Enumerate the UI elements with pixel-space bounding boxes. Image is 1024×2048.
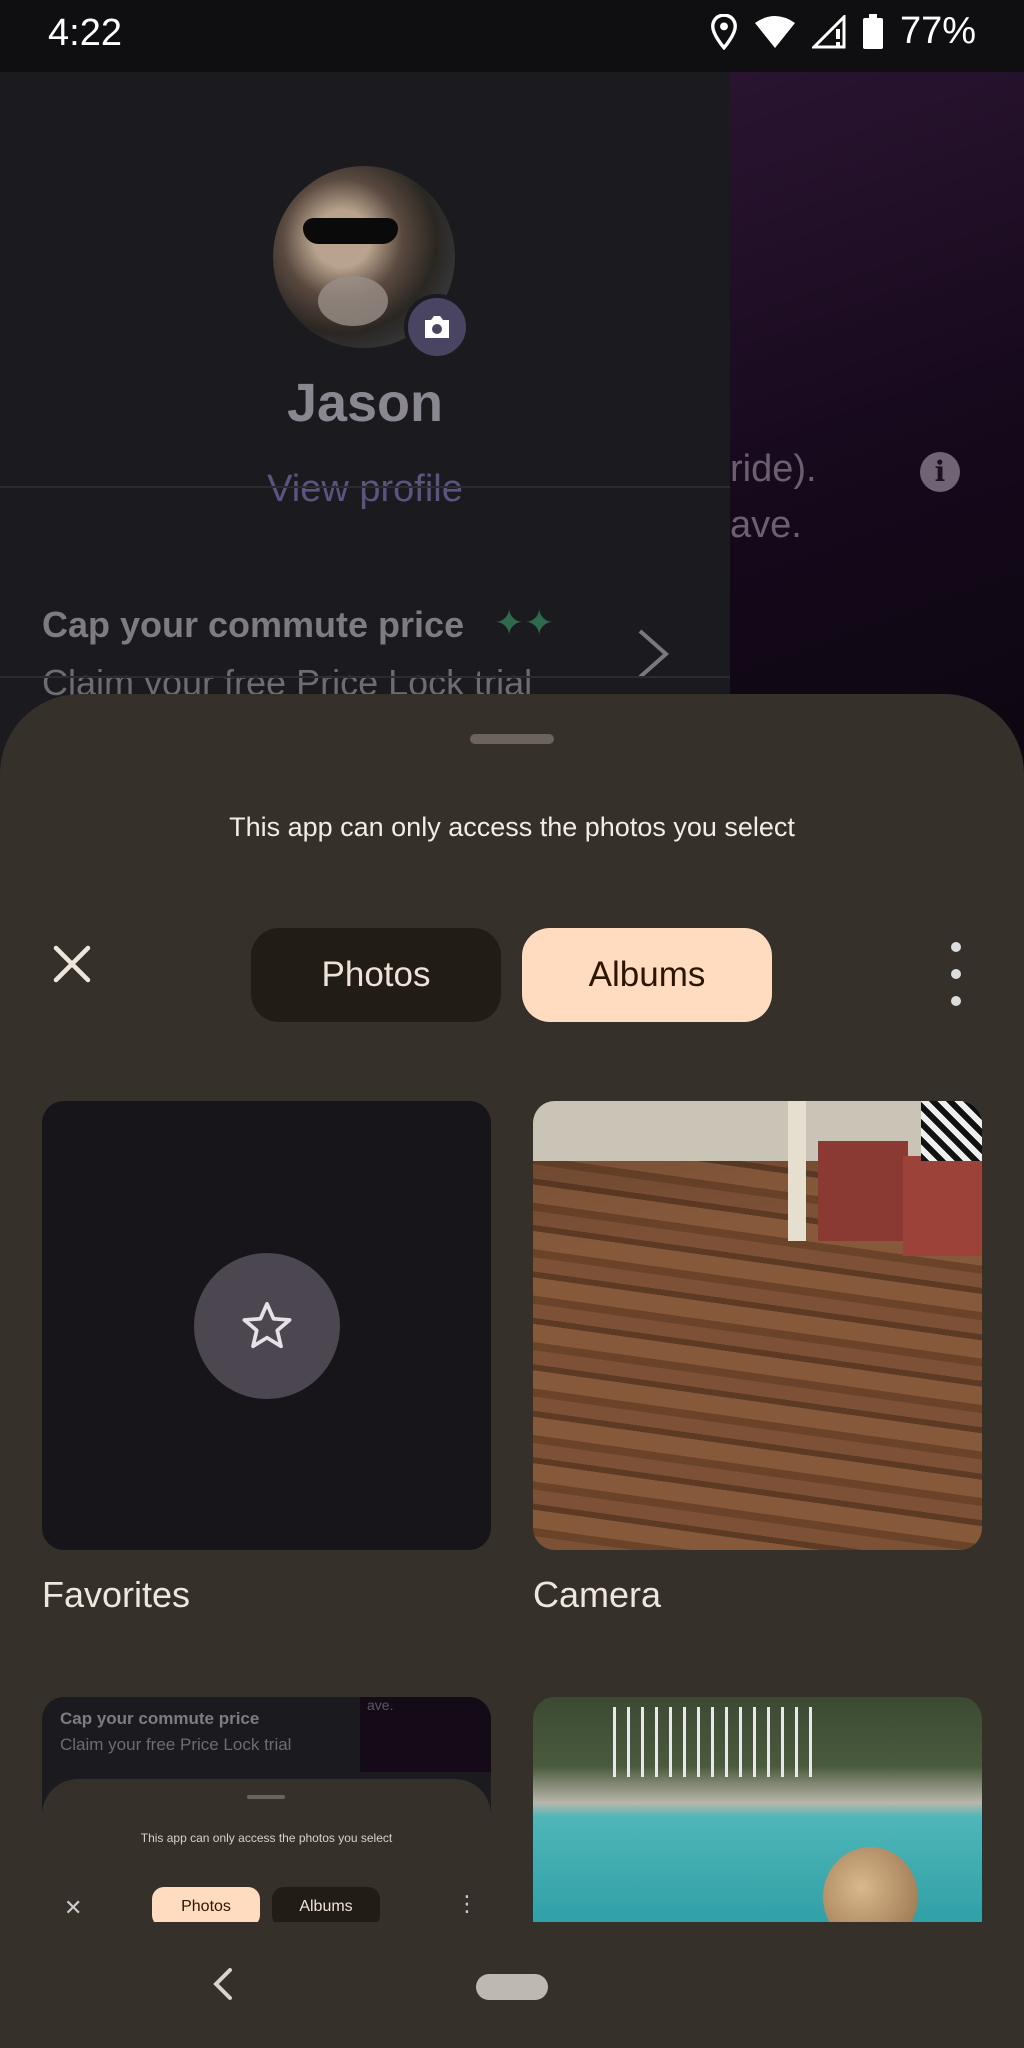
- thumb-promo-title: Cap your commute price: [60, 1709, 260, 1728]
- thumb-tab-photos: Photos: [152, 1887, 260, 1927]
- album-screenshots-thumbnail[interactable]: Cap your commute price Claim your free P…: [42, 1697, 491, 1927]
- background-text-line1: ride).: [730, 448, 817, 490]
- album-favorites-thumbnail[interactable]: [42, 1101, 491, 1550]
- thumb-message: This app can only access the photos you …: [140, 1831, 393, 1845]
- more-options-button[interactable]: [936, 942, 976, 1006]
- status-time: 4:22: [48, 12, 122, 54]
- album-camera-label[interactable]: Camera: [533, 1574, 661, 1616]
- access-message: This app can only access the photos you …: [229, 812, 795, 842]
- wifi-icon: [754, 15, 796, 49]
- background-text-line2: ave.: [730, 504, 802, 546]
- thumb-close-icon: ✕: [64, 1895, 83, 1920]
- star-icon: [194, 1253, 340, 1399]
- thumb-sheet: This app can only access the photos you …: [42, 1779, 491, 1927]
- drag-handle[interactable]: [470, 734, 554, 744]
- more-dot-icon: [951, 969, 961, 979]
- profile-name: Jason: [286, 373, 444, 433]
- status-icons: 77%: [710, 10, 976, 53]
- thumb-right-fragment: ave.: [367, 1697, 394, 1713]
- view-profile-link[interactable]: View profile: [0, 468, 730, 511]
- promo-title[interactable]: Cap your commute price: [42, 604, 464, 646]
- sparkle-icon: ✦✦: [494, 602, 555, 643]
- signal-icon: [811, 14, 846, 49]
- background-gradient: [730, 72, 1024, 772]
- status-bar: 4:22 77%: [0, 0, 1024, 72]
- album-favorites-label[interactable]: Favorites: [42, 1574, 190, 1616]
- divider: [0, 676, 730, 678]
- navigation-bar: [0, 1922, 1024, 2048]
- battery-icon: [862, 13, 884, 50]
- more-dot-icon: [951, 942, 961, 952]
- thumb-tab-albums: Albums: [272, 1887, 380, 1927]
- home-pill[interactable]: [476, 1974, 548, 2000]
- close-icon: [53, 945, 91, 983]
- tab-albums[interactable]: Albums: [522, 928, 772, 1022]
- thumb-promo-subtitle: Claim your free Price Lock trial: [60, 1735, 292, 1754]
- album-camera-thumbnail[interactable]: [533, 1101, 982, 1550]
- thumb-more-icon: ⋮: [456, 1891, 478, 1916]
- photo-picker-sheet: This app can only access the photos you …: [0, 694, 1024, 2048]
- camera-icon[interactable]: [404, 294, 470, 360]
- back-icon[interactable]: [210, 1966, 234, 2007]
- album-pool-thumbnail[interactable]: [533, 1697, 982, 1927]
- location-icon: [710, 13, 738, 50]
- divider: [0, 486, 730, 488]
- battery-percent: 77%: [899, 10, 976, 52]
- close-button[interactable]: [42, 934, 102, 994]
- profile-drawer: Jason View profile Cap your commute pric…: [0, 72, 730, 772]
- info-icon: i: [920, 452, 960, 492]
- more-dot-icon: [951, 996, 961, 1006]
- tab-photos[interactable]: Photos: [251, 928, 501, 1022]
